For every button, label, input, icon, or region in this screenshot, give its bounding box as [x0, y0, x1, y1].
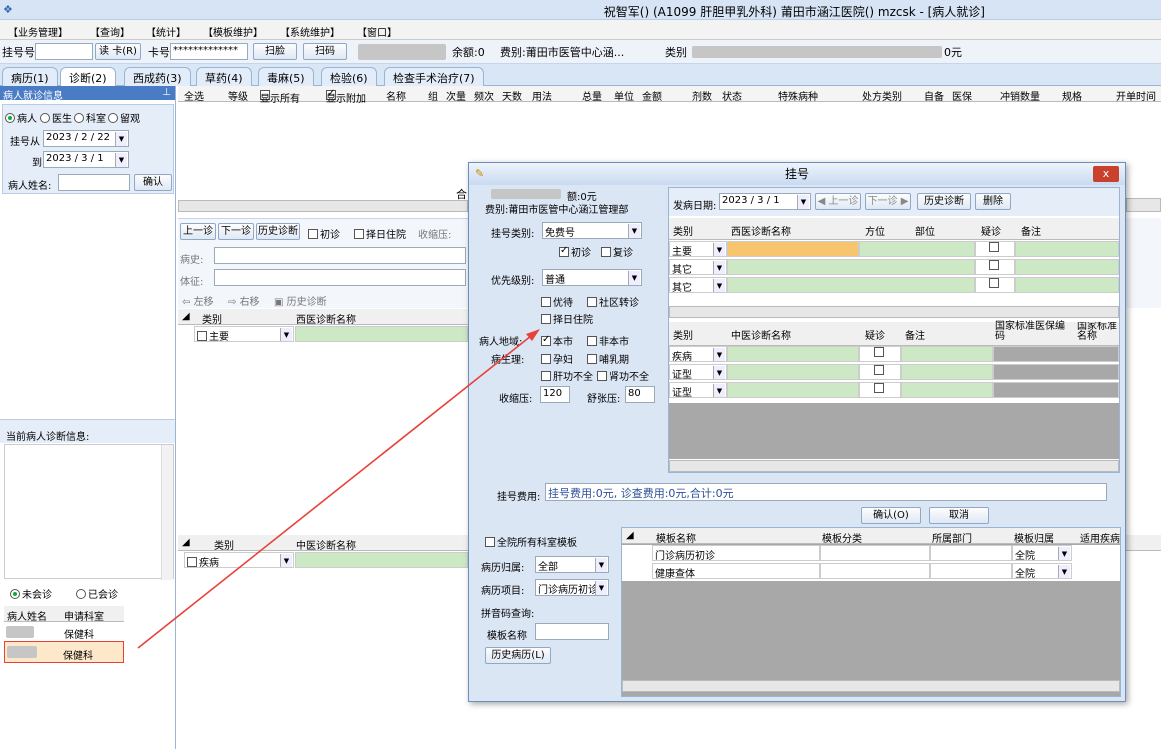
arrow-line	[137, 331, 537, 649]
annotation-arrow	[137, 329, 540, 649]
